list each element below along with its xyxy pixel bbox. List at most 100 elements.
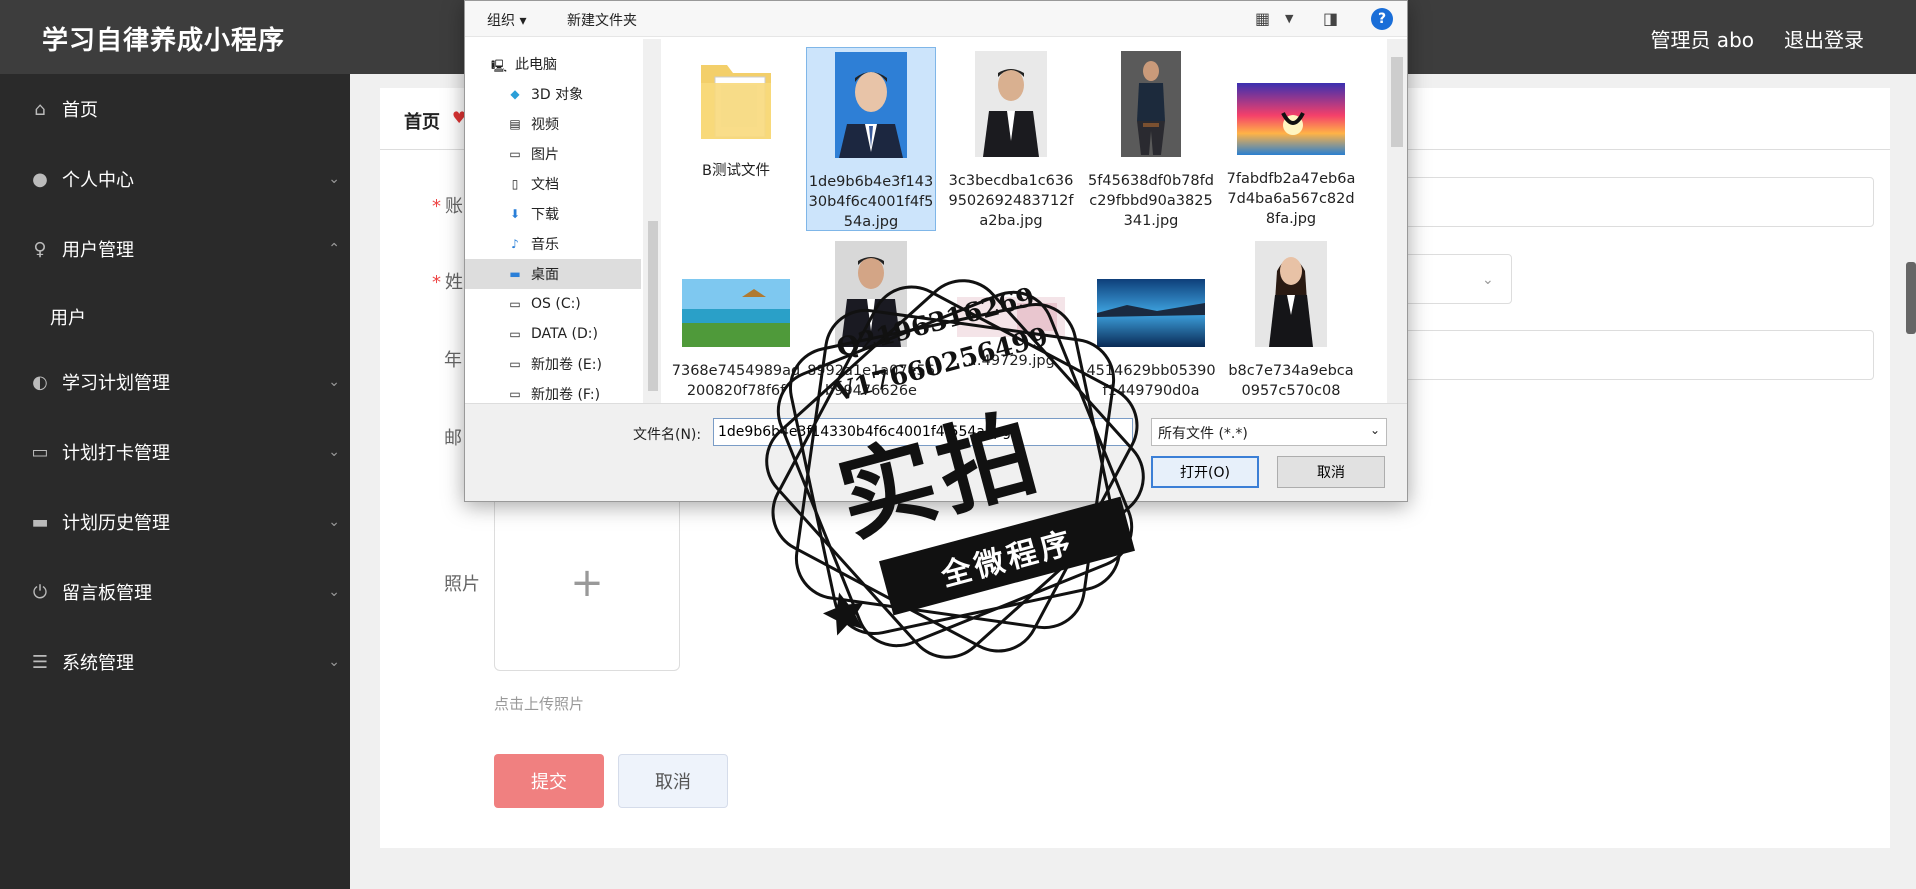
- open-button[interactable]: 打开(O): [1151, 456, 1259, 488]
- submit-button[interactable]: 提交: [494, 754, 604, 808]
- file-item[interactable]: 4514629bb05390f1449790d0a: [1086, 279, 1216, 401]
- sidebar-item-label: 计划历史管理: [62, 513, 170, 534]
- photo-thumbnail: [682, 279, 790, 347]
- file-item[interactable]: B测试文件: [671, 47, 801, 181]
- file-name: 1de9b6b4e3f14330b4f6c4001f4f554a.jpg: [808, 174, 934, 230]
- nav-label: DATA (D:): [531, 326, 598, 342]
- picture-icon: ▭: [509, 147, 521, 161]
- sidebar-item-label: 学习计划管理: [62, 373, 170, 394]
- help-icon[interactable]: ?: [1371, 8, 1393, 30]
- nav-label: 音乐: [531, 237, 559, 253]
- nav-item-desktop[interactable]: ▬ 桌面: [465, 259, 641, 289]
- sidebar-item-study-plan[interactable]: ◐ 学习计划管理 ⌄: [0, 357, 350, 407]
- nav-item-downloads[interactable]: ⬇ 下载: [465, 199, 641, 229]
- cube-icon: ◆: [510, 87, 520, 101]
- sidebar-item-label: 个人中心: [62, 170, 134, 191]
- chevron-down-icon: ⌄: [328, 444, 340, 460]
- cancel-button[interactable]: 取消: [618, 754, 728, 808]
- chevron-down-icon: ⌄: [328, 584, 340, 600]
- organize-button[interactable]: 组织 ▾: [487, 10, 526, 30]
- age-input[interactable]: [1400, 330, 1874, 380]
- form-label-account: * 账: [432, 192, 463, 218]
- nav-item-3d[interactable]: ◆ 3D 对象: [465, 79, 641, 109]
- nav-label: 新加卷 (E:): [531, 357, 602, 373]
- nav-item-drive-e[interactable]: ▭ 新加卷 (E:): [465, 349, 641, 379]
- form-label-age: 年: [444, 350, 462, 371]
- sidebar-item-guestbook[interactable]: ⏻ 留言板管理 ⌄: [0, 567, 350, 617]
- file-item[interactable]: 7368e7454989ad200820f78f6f: [671, 279, 801, 401]
- sidebar-item-system[interactable]: ☰ 系统管理 ⌄: [0, 637, 350, 687]
- sidebar-item-checkin[interactable]: ▭ 计划打卡管理 ⌄: [0, 427, 350, 477]
- nav-item-music[interactable]: ♪ 音乐: [465, 229, 641, 259]
- nav-item-video[interactable]: ▤ 视频: [465, 109, 641, 139]
- nav-item-drive-f[interactable]: ▭ 新加卷 (F:): [465, 379, 641, 403]
- drive-icon: ▭: [509, 297, 521, 311]
- desktop-icon: ▬: [509, 267, 521, 281]
- chevron-down-icon: ⌄: [1369, 423, 1380, 437]
- file-item[interactable]: 3c3becdba1c6369502692483712fa2ba.jpg: [946, 51, 1076, 231]
- file-name: B测试文件: [702, 163, 770, 179]
- filename-label: 文件名(N):: [633, 427, 702, 443]
- nav-scroll-thumb[interactable]: [648, 221, 658, 391]
- photo-upload[interactable]: +: [494, 495, 680, 671]
- file-item-selected[interactable]: 1de9b6b4e3f14330b4f6c4001f4f554a.jpg: [806, 47, 936, 231]
- view-icon[interactable]: ▦: [1255, 9, 1270, 28]
- plus-icon: +: [570, 560, 604, 606]
- sidebar-item-label: 计划打卡管理: [62, 443, 170, 464]
- filetype-select[interactable]: 所有文件 (*.*) ⌄: [1151, 418, 1387, 446]
- sidebar: ⌂ 首页 ● 个人中心 ⌄ ♀ 用户管理 ⌃ 用户 ◐ 学习计划管理 ⌄ ▭ 计…: [0, 74, 350, 889]
- drive-icon: ▭: [509, 357, 521, 371]
- nav-label: 新加卷 (F:): [531, 387, 601, 403]
- file-scroll-thumb[interactable]: [1391, 57, 1403, 147]
- chat-icon: ▭: [31, 441, 49, 463]
- document-icon: ▯: [511, 177, 519, 191]
- nav-item-documents[interactable]: ▯ 文档: [465, 169, 641, 199]
- nav-item-pictures[interactable]: ▭ 图片: [465, 139, 641, 169]
- box-icon: ▬: [31, 511, 49, 533]
- sidebar-item-home[interactable]: ⌂ 首页: [0, 84, 350, 134]
- app-title: 学习自律养成小程序: [42, 26, 286, 56]
- file-item[interactable]: 5f45638df0b78fdc29fbbd90a3825341.jpg: [1086, 51, 1216, 231]
- sidebar-item-user-management[interactable]: ♀ 用户管理 ⌃: [0, 224, 350, 274]
- sidebar-item-history[interactable]: ▬ 计划历史管理 ⌄: [0, 497, 350, 547]
- file-name: 3c3becdba1c6369502692483712fa2ba.jpg: [948, 173, 1074, 229]
- nav-label: 文档: [531, 177, 559, 193]
- logout-link[interactable]: 退出登录: [1784, 24, 1864, 53]
- nav-label: 视频: [531, 117, 559, 133]
- nav-item-drive-d[interactable]: ▭ DATA (D:): [465, 319, 641, 349]
- sidebar-subitem-user[interactable]: 用户: [50, 304, 86, 330]
- user-icon: ●: [32, 168, 48, 190]
- file-item[interactable]: 7fabdfb2a47eb6a7d4ba6a567c82d8fa.jpg: [1226, 83, 1356, 229]
- file-name: 7fabdfb2a47eb6a7d4ba6a567c82d8fa.jpg: [1226, 171, 1356, 227]
- sidebar-item-label: 留言板管理: [62, 583, 152, 604]
- file-name: b8c7e734a9ebca0957c570c08: [1228, 363, 1354, 399]
- nav-item-drive-c[interactable]: ▭ OS (C:): [465, 289, 641, 319]
- menu-icon: ☰: [31, 651, 49, 673]
- nav-label: OS (C:): [531, 296, 581, 312]
- nav-item-this-pc[interactable]: 🖳 此电脑: [465, 49, 641, 79]
- power-icon: ⏻: [32, 581, 48, 603]
- form-label-email: 邮: [444, 428, 462, 449]
- music-icon: ♪: [511, 237, 519, 251]
- nav-label: 此电脑: [515, 57, 557, 73]
- filetype-value: 所有文件 (*.*): [1158, 426, 1248, 442]
- download-icon: ⬇: [509, 207, 521, 221]
- page-scrollbar[interactable]: [1906, 262, 1916, 334]
- pc-icon: 🖳: [491, 59, 508, 73]
- dialog-cancel-button[interactable]: 取消: [1277, 456, 1385, 488]
- form-label-name: * 姓: [432, 268, 463, 294]
- tab-home[interactable]: 首页: [404, 108, 440, 134]
- file-item[interactable]: b8c7e734a9ebca0957c570c08: [1226, 241, 1356, 401]
- chevron-down-icon[interactable]: ▼: [1285, 12, 1293, 25]
- file-name: 7368e7454989ad200820f78f6f: [671, 363, 801, 399]
- new-folder-button[interactable]: 新建文件夹: [567, 10, 637, 30]
- preview-pane-icon[interactable]: ◨: [1323, 9, 1338, 28]
- photo-thumbnail: [975, 51, 1047, 157]
- sidebar-item-profile[interactable]: ● 个人中心 ⌄: [0, 154, 350, 204]
- nav-label: 图片: [531, 147, 559, 163]
- account-input[interactable]: [1400, 177, 1874, 227]
- name-select[interactable]: [1400, 254, 1512, 304]
- chevron-down-icon: ⌄: [328, 654, 340, 670]
- chevron-down-icon: ⌄: [328, 374, 340, 390]
- chevron-down-icon: ⌄: [1482, 272, 1494, 288]
